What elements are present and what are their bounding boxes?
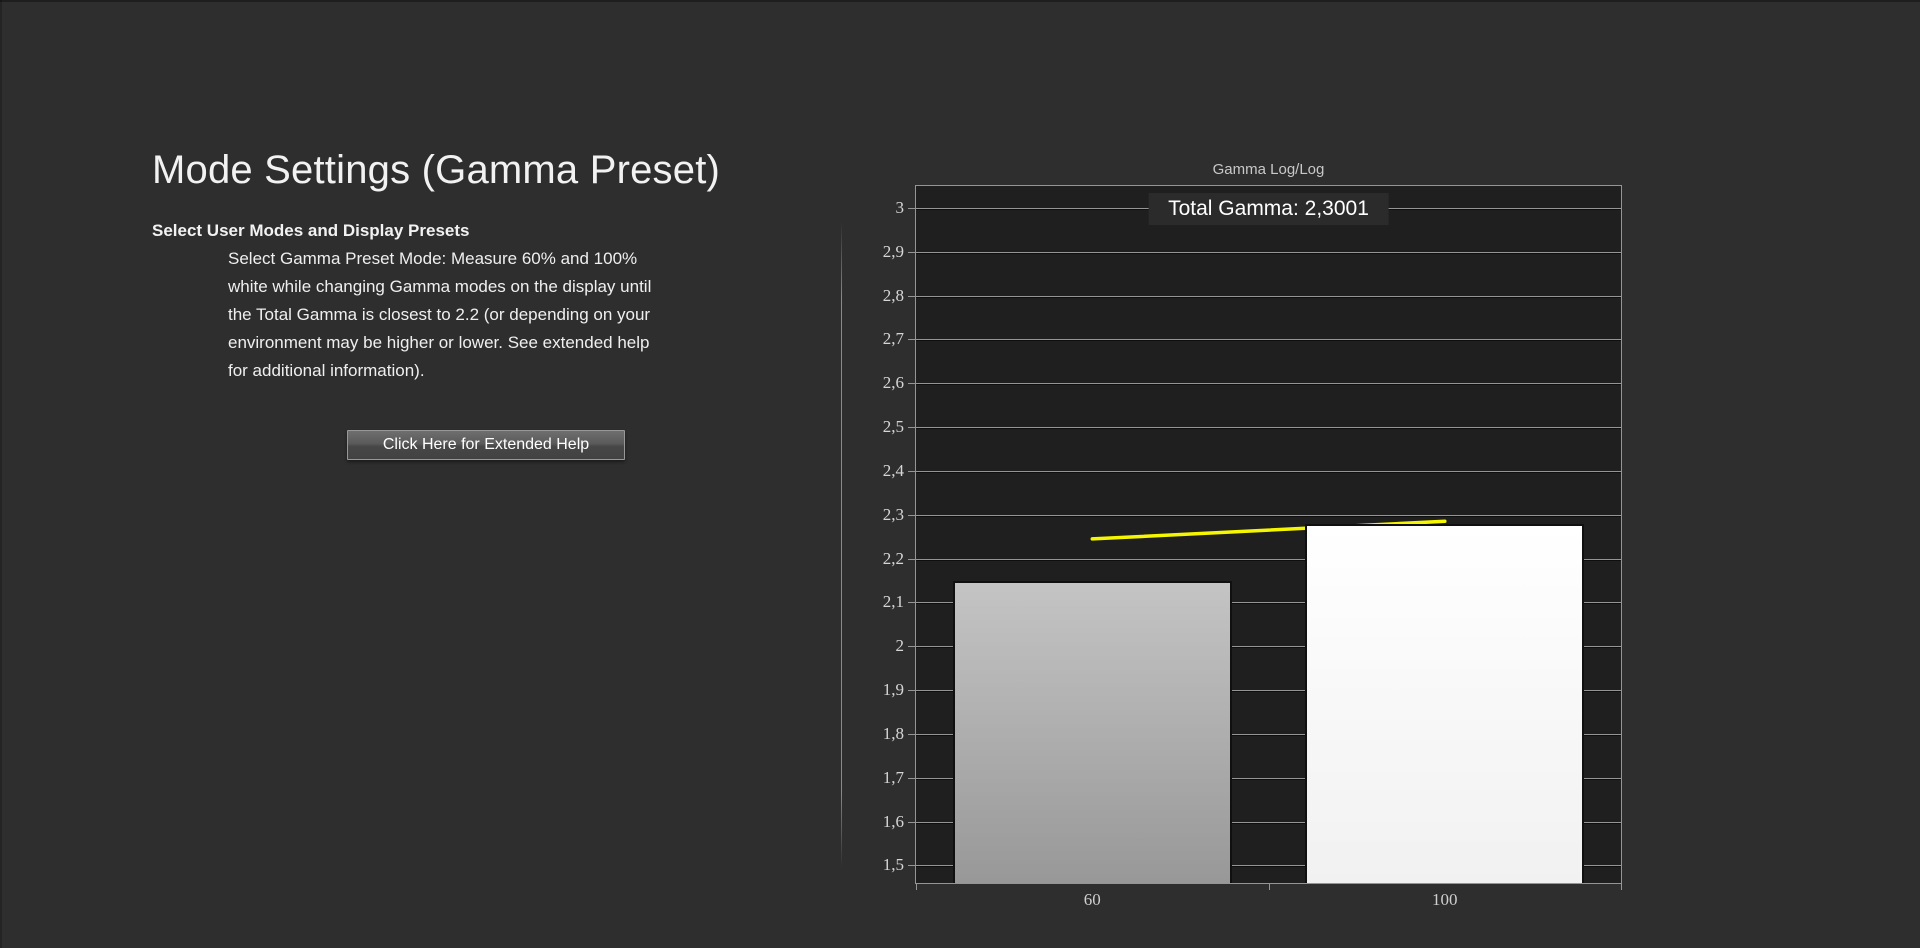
y-axis-tick [908, 734, 916, 735]
y-axis-label: 2,1 [846, 592, 904, 612]
y-axis-tick [908, 427, 916, 428]
x-axis: 60 100 [916, 883, 1621, 923]
y-axis-label: 3 [846, 198, 904, 218]
panel-divider [841, 222, 842, 868]
extended-help-button[interactable]: Click Here for Extended Help [347, 430, 625, 460]
y-axis-label: 1,6 [846, 812, 904, 832]
y-axis-label: 1,9 [846, 680, 904, 700]
y-axis-label: 2,6 [846, 373, 904, 393]
y-axis-tick [908, 296, 916, 297]
bar-60 [953, 581, 1232, 883]
y-axis-label: 1,5 [846, 855, 904, 875]
y-axis-tick [908, 865, 916, 866]
app-window: Mode Settings (Gamma Preset) Select User… [0, 0, 1920, 948]
y-axis-tick [908, 690, 916, 691]
y-axis-label: 1,7 [846, 768, 904, 788]
x-axis-label: 100 [1432, 890, 1458, 910]
y-axis-tick [908, 646, 916, 647]
y-axis-label: 2,4 [846, 461, 904, 481]
y-axis-tick [908, 778, 916, 779]
y-axis-tick [908, 383, 916, 384]
instructions-text: Select Gamma Preset Mode: Measure 60% an… [228, 245, 672, 385]
y-axis-label: 2,8 [846, 286, 904, 306]
y-axis-tick [908, 822, 916, 823]
y-axis-label: 2,9 [846, 242, 904, 262]
y-axis-tick [908, 471, 916, 472]
y-axis-tick [908, 339, 916, 340]
x-axis-tick [1269, 883, 1270, 890]
y-axis-label: 2,2 [846, 549, 904, 569]
y-axis-label: 2,3 [846, 505, 904, 525]
chart-title: Gamma Log/Log [915, 161, 1622, 178]
bar-100 [1305, 524, 1584, 883]
y-axis-tick [908, 252, 916, 253]
y-axis-tick [908, 602, 916, 603]
y-axis-label: 2,5 [846, 417, 904, 437]
x-axis-tick [916, 883, 917, 890]
section-heading: Select User Modes and Display Presets [152, 221, 469, 241]
x-axis-tick [1621, 883, 1622, 890]
y-axis-label: 2,7 [846, 329, 904, 349]
y-axis-label: 1,8 [846, 724, 904, 744]
x-axis-label: 60 [1084, 890, 1101, 910]
page-title: Mode Settings (Gamma Preset) [152, 148, 720, 193]
y-axis-tick [908, 559, 916, 560]
y-axis-tick [908, 515, 916, 516]
chart-plot-area: 60100 32,92,82,72,62,52,42,32,22,121,91,… [915, 185, 1622, 884]
total-gamma-readout: Total Gamma: 2,3001 [1148, 193, 1389, 225]
y-axis-tick [908, 208, 916, 209]
y-axis-label: 2 [846, 636, 904, 656]
